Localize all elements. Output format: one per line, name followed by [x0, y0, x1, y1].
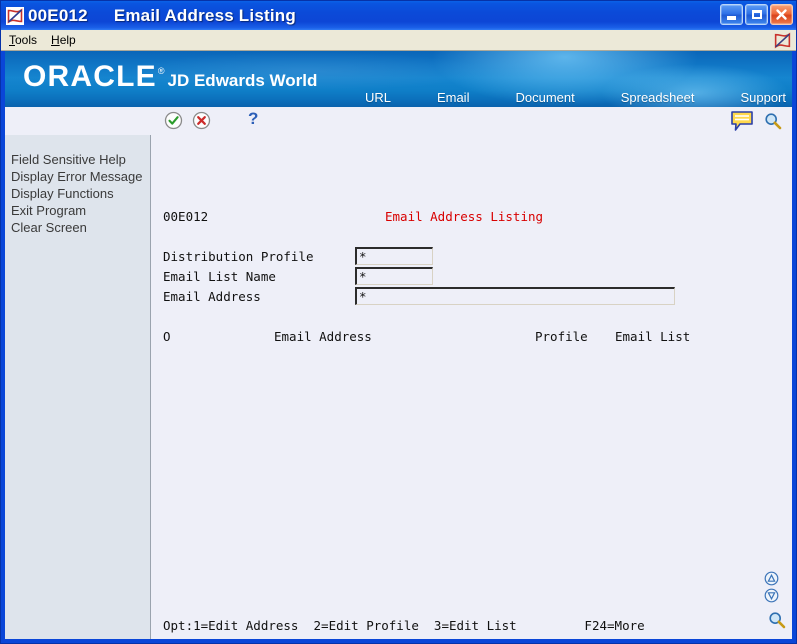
sidebar-item-display-functions[interactable]: Display Functions — [10, 185, 150, 202]
oracle-banner: ORACLE ® JD Edwards World URL Email Docu… — [5, 51, 792, 107]
application-window: 00E012 Email Address Listing TToolsools … — [0, 0, 797, 644]
banner-link-email[interactable]: Email — [437, 90, 470, 105]
window-controls — [720, 4, 793, 25]
banner-link-spreadsheet[interactable]: Spreadsheet — [621, 90, 695, 105]
title-bar: 00E012 Email Address Listing — [1, 1, 796, 30]
field-row-email-list-name: Email List Name — [151, 267, 792, 287]
sidebar-item-field-sensitive-help[interactable]: Field Sensitive Help — [10, 151, 150, 168]
jde-logo-icon — [6, 6, 24, 25]
label-email-address: Email Address — [163, 289, 261, 304]
client-area: ORACLE ® JD Edwards World URL Email Docu… — [5, 51, 792, 639]
field-row-email-address: Email Address — [151, 287, 792, 307]
jde-logo-icon — [773, 31, 792, 50]
column-header-email-address: Email Address — [274, 329, 372, 344]
menu-bar: TToolsools HHelpelp — [1, 30, 796, 51]
cancel-circle-icon[interactable] — [192, 111, 211, 130]
form-panel: 00E012 Email Address Listing Distributio… — [151, 135, 792, 639]
banner-link-support[interactable]: Support — [740, 90, 786, 105]
registered-mark: ® — [157, 66, 165, 76]
magnifier-icon[interactable] — [764, 112, 782, 130]
function-key-legend: Opt:1=Edit Address 2=Edit Profile 3=Edit… — [163, 618, 645, 633]
note-icon[interactable] — [730, 110, 754, 132]
window-title-id: 00E012 — [28, 5, 88, 25]
product-name: JD Edwards World — [167, 71, 318, 90]
magnifier-icon[interactable] — [768, 611, 786, 629]
column-header-option: O — [163, 329, 171, 344]
sidebar-item-exit-program[interactable]: Exit Program — [10, 202, 150, 219]
label-email-list-name: Email List Name — [163, 269, 276, 284]
column-header-email-list: Email List — [615, 329, 691, 344]
banner-link-document[interactable]: Document — [515, 90, 574, 105]
email-list-name-input[interactable] — [355, 267, 433, 285]
sidebar-item-display-error-message[interactable]: Display Error Message — [10, 168, 150, 185]
field-row-distribution-profile: Distribution Profile — [151, 247, 792, 267]
body-split: Field Sensitive Help Display Error Messa… — [5, 135, 792, 639]
form-toolbar: ? — [5, 107, 792, 135]
circle-down-arrow-icon[interactable] — [764, 588, 786, 603]
oracle-brand: ORACLE ® JD Edwards World — [23, 60, 317, 94]
circle-up-arrow-icon[interactable] — [764, 571, 786, 586]
grid-scroll-controls — [764, 571, 786, 605]
column-header-profile: Profile — [535, 329, 588, 344]
close-button[interactable] — [770, 4, 793, 25]
help-button[interactable]: ? — [248, 109, 258, 129]
menu-item-tools[interactable]: TToolsools — [7, 32, 43, 49]
check-circle-icon[interactable] — [164, 111, 183, 130]
minimize-button[interactable] — [720, 4, 743, 25]
distribution-profile-input[interactable] — [355, 247, 433, 265]
oracle-wordmark: ORACLE — [23, 60, 157, 93]
window-title-text: Email Address Listing — [113, 5, 296, 25]
banner-link-url[interactable]: URL — [365, 90, 391, 105]
sidebar-item-clear-screen[interactable]: Clear Screen — [10, 219, 150, 236]
page-title: Email Address Listing — [385, 209, 544, 224]
grid-column-headers: O Email Address Profile Email List — [151, 329, 792, 345]
menu-item-help[interactable]: HHelpelp — [49, 32, 82, 49]
label-distribution-profile: Distribution Profile — [163, 249, 314, 264]
program-id: 00E012 — [163, 209, 209, 224]
email-address-input[interactable] — [355, 287, 675, 305]
maximize-button[interactable] — [745, 4, 768, 25]
function-sidebar: Field Sensitive Help Display Error Messa… — [5, 135, 151, 639]
banner-links: URL Email Document Spreadsheet Support — [365, 90, 786, 105]
